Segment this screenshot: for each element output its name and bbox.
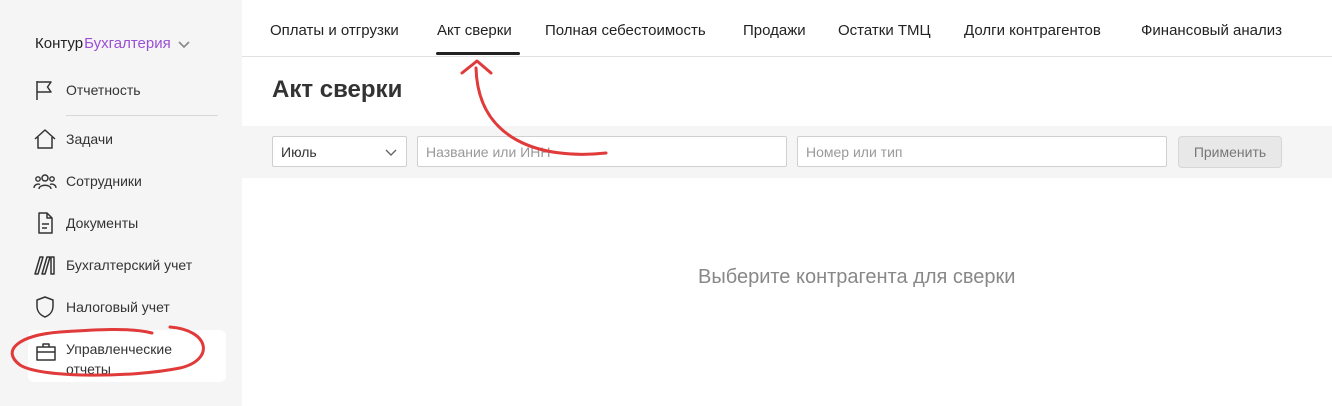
tab-sales[interactable]: Продажи (743, 22, 806, 39)
sidebar-item-management-reports[interactable]: Управленческие отчеты (28, 330, 226, 382)
period-select[interactable]: Июль (272, 136, 407, 167)
page-title: Акт сверки (272, 76, 403, 103)
sidebar-item-tasks[interactable]: Задачи (33, 125, 113, 153)
sidebar-item-accounting[interactable]: Бухгалтерский учет (33, 251, 192, 279)
period-select-value: Июль (281, 143, 317, 160)
sidebar-item-label: Задачи (66, 131, 114, 147)
app-logo[interactable]: Контур Бухгалтерия (35, 35, 191, 52)
briefcase-icon (36, 343, 56, 361)
sidebar-item-documents[interactable]: Документы (33, 209, 138, 237)
tab-full-cost[interactable]: Полная себестоимость (545, 22, 706, 39)
apply-button[interactable]: Применить (1178, 136, 1282, 168)
sidebar-item-label: Сотрудники (66, 173, 142, 189)
sidebar-item-label: Отчетность (66, 82, 141, 98)
sidebar: Контур Бухгалтерия Отчетность Задачи Сот… (0, 0, 242, 406)
sidebar-item-label: Налоговый учет (66, 299, 170, 315)
counterparty-search-input[interactable] (417, 136, 787, 167)
sidebar-item-employees[interactable]: Сотрудники (33, 167, 142, 195)
tab-counterparty-debts[interactable]: Долги контрагентов (964, 22, 1101, 39)
sidebar-item-label: Документы (66, 215, 139, 231)
document-number-input[interactable] (797, 136, 1167, 167)
sidebar-item-label: отчеты (66, 361, 111, 377)
chevron-down-icon (385, 149, 397, 156)
people-icon (33, 174, 57, 190)
tab-reconciliation[interactable]: Акт сверки (437, 22, 512, 39)
logo-product: Бухгалтерия (84, 35, 171, 52)
home-icon (34, 129, 56, 149)
annotation-arrow-head (460, 59, 493, 75)
chevron-down-icon[interactable] (177, 37, 191, 51)
tab-financial-analysis[interactable]: Финансовый анализ (1141, 22, 1282, 39)
sidebar-item-label: Бухгалтерский учет (66, 257, 193, 273)
empty-state-message: Выберите контрагента для сверки (698, 266, 1016, 288)
active-tab-indicator (436, 52, 520, 55)
tab-payments-shipments[interactable]: Оплаты и отгрузки (270, 22, 399, 39)
logo-brand: Контур (35, 35, 84, 52)
sidebar-item-label: Управленческие (66, 341, 173, 357)
tab-inventory[interactable]: Остатки ТМЦ (838, 22, 931, 39)
books-icon (34, 256, 55, 275)
flag-icon (36, 81, 52, 100)
shield-icon (36, 296, 54, 318)
sidebar-divider (66, 115, 218, 116)
document-icon (38, 212, 53, 234)
sidebar-item-reporting[interactable]: Отчетность (33, 76, 141, 104)
sidebar-item-tax[interactable]: Налоговый учет (33, 293, 170, 321)
